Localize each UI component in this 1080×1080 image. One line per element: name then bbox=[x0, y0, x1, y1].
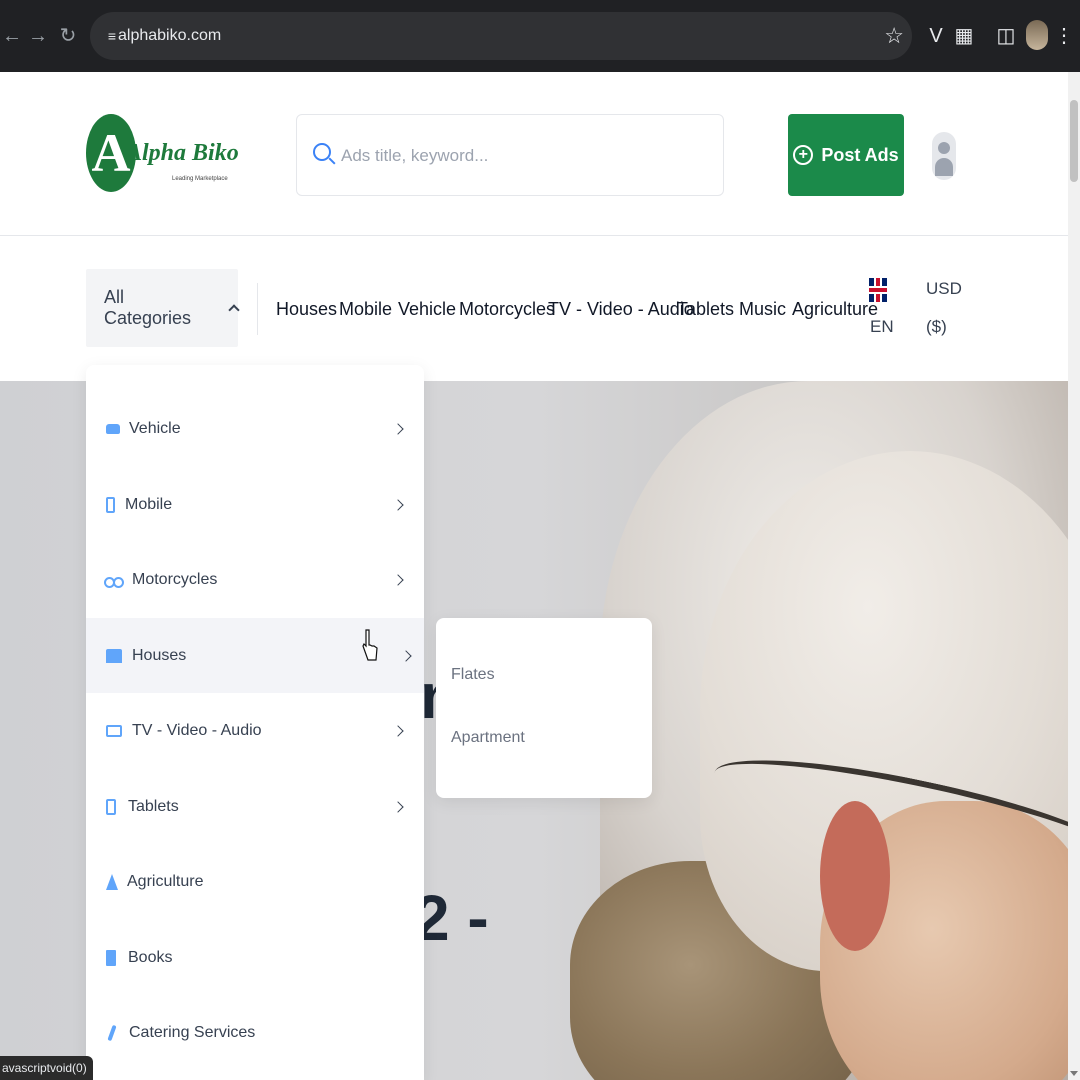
uk-flag-icon[interactable] bbox=[869, 278, 887, 302]
link-status-bar: avascriptvoid(0) bbox=[0, 1056, 93, 1080]
logo-name: Alpha Biko bbox=[126, 140, 239, 166]
houses-submenu: Flates Apartment bbox=[436, 618, 652, 798]
browser-menu-icon[interactable]: ⋮ bbox=[1052, 22, 1076, 50]
dropdown-item-label: Catering Services bbox=[129, 1023, 256, 1041]
tree-icon bbox=[106, 873, 118, 890]
scrollbar-thumb[interactable] bbox=[1070, 100, 1078, 182]
tv-icon bbox=[106, 724, 122, 737]
all-categories-label: All Categories bbox=[104, 287, 192, 328]
dropdown-item-catering-services[interactable]: Catering Services bbox=[86, 995, 424, 1070]
site-header: A Alpha Biko Leading Marketplace + Post … bbox=[0, 72, 1068, 236]
chevron-right-icon bbox=[392, 724, 404, 737]
nav-link-vehicle[interactable]: Vehicle bbox=[398, 297, 456, 321]
dropdown-item-label: TV - Video - Audio bbox=[132, 721, 262, 739]
search-input[interactable] bbox=[341, 143, 701, 169]
dropdown-item-label: Houses bbox=[132, 646, 187, 664]
motorcycle-icon bbox=[104, 575, 124, 588]
category-nav: All Categories Houses Mobile Vehicle Mot… bbox=[0, 237, 1068, 381]
nav-link-motorcycles[interactable]: Motorcycles bbox=[459, 297, 555, 321]
dropdown-item-vehicle[interactable]: Vehicle bbox=[86, 391, 424, 466]
phone-icon bbox=[106, 496, 115, 513]
plus-circle-icon: + bbox=[793, 145, 814, 165]
dropdown-item-label: Mobile bbox=[125, 495, 173, 513]
extensions-puzzle-icon[interactable]: ▦ bbox=[952, 22, 976, 50]
bookmark-star-icon[interactable]: ☆ bbox=[884, 22, 904, 50]
nav-link-mobile[interactable]: Mobile bbox=[339, 297, 392, 321]
site-logo[interactable]: A Alpha Biko Leading Marketplace bbox=[86, 114, 239, 194]
logo-tagline: Leading Marketplace bbox=[172, 176, 228, 182]
search-icon bbox=[313, 143, 331, 161]
categories-dropdown: Vehicle Mobile Motorcycles Houses TV - V… bbox=[86, 365, 424, 1080]
side-panel-icon[interactable]: ◫ bbox=[994, 22, 1018, 50]
page-scrollbar[interactable] bbox=[1068, 72, 1080, 1080]
car-icon bbox=[106, 423, 120, 434]
dropdown-item-agriculture[interactable]: Agriculture bbox=[86, 844, 424, 919]
dropdown-item-tablets[interactable]: Tablets bbox=[86, 769, 424, 844]
scroll-down-icon[interactable] bbox=[1070, 1071, 1078, 1076]
search-box bbox=[296, 114, 724, 196]
nav-divider bbox=[257, 283, 258, 335]
chevron-right-icon bbox=[392, 422, 404, 435]
hero-subheading-fragment: 2 - bbox=[414, 882, 489, 954]
chevron-right-icon bbox=[392, 800, 404, 813]
chevron-right-icon bbox=[392, 573, 404, 586]
nav-link-music[interactable]: Music bbox=[739, 297, 786, 321]
submenu-item-apartment[interactable]: Apartment bbox=[451, 729, 525, 747]
all-categories-button[interactable]: All Categories bbox=[86, 269, 240, 347]
dropdown-item-motorcycles[interactable]: Motorcycles bbox=[86, 542, 424, 617]
forward-icon[interactable]: → bbox=[26, 24, 50, 48]
brush-icon bbox=[107, 1024, 117, 1041]
nav-link-tablets[interactable]: Tablets bbox=[677, 297, 734, 321]
currency-selector[interactable]: USD bbox=[926, 279, 962, 299]
house-icon bbox=[106, 648, 122, 663]
browser-profile-avatar[interactable] bbox=[1026, 20, 1048, 50]
dropdown-item-label: Motorcycles bbox=[132, 570, 218, 588]
book-icon bbox=[106, 949, 116, 966]
currency-symbol[interactable]: ($) bbox=[926, 317, 947, 337]
hand-cursor-icon bbox=[362, 629, 378, 661]
dropdown-item-label: Agriculture bbox=[127, 872, 204, 890]
dropdown-item-books[interactable]: Books bbox=[86, 920, 424, 995]
nav-link-houses[interactable]: Houses bbox=[276, 297, 337, 321]
dropdown-item-label: Books bbox=[128, 948, 173, 966]
tablet-icon bbox=[106, 798, 116, 815]
dropdown-item-tv-video-audio[interactable]: TV - Video - Audio bbox=[86, 693, 424, 768]
dropdown-item-mobile[interactable]: Mobile bbox=[86, 467, 424, 542]
dropdown-item-label: Tablets bbox=[128, 797, 179, 815]
chevron-right-icon bbox=[392, 498, 404, 511]
reload-icon[interactable]: ↻ bbox=[56, 24, 80, 48]
chevron-up-icon bbox=[228, 304, 240, 316]
nav-link-tv-video-audio[interactable]: TV - Video - Audio bbox=[548, 297, 694, 321]
chevron-right-icon bbox=[400, 649, 412, 662]
post-ads-button[interactable]: + Post Ads bbox=[788, 114, 904, 196]
url-text[interactable]: alphabiko.com bbox=[118, 26, 221, 46]
extension-v-icon[interactable]: V bbox=[924, 22, 948, 50]
browser-toolbar: ← → ↻ ≡ alphabiko.com ☆ V ▦ ◫ ⋮ bbox=[0, 0, 1080, 72]
language-selector[interactable]: EN bbox=[870, 317, 894, 337]
dropdown-item-label: Vehicle bbox=[129, 419, 181, 437]
user-avatar[interactable] bbox=[932, 132, 956, 180]
post-ads-label: Post Ads bbox=[821, 144, 899, 165]
submenu-item-flates[interactable]: Flates bbox=[451, 666, 495, 684]
nav-link-agriculture[interactable]: Agriculture bbox=[792, 297, 878, 321]
back-icon[interactable]: ← bbox=[0, 24, 24, 48]
address-bar[interactable]: ≡ alphabiko.com ☆ bbox=[90, 12, 912, 60]
